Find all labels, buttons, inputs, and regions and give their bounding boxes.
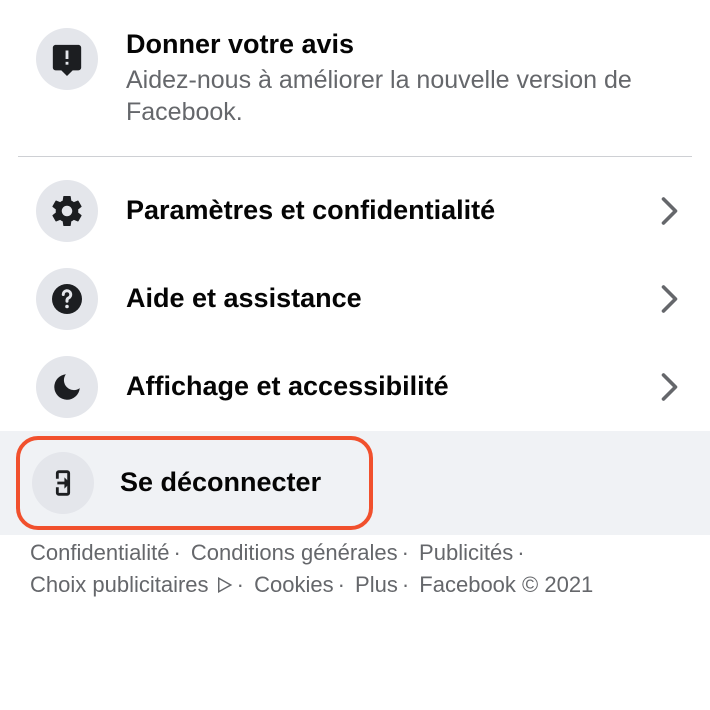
logout-icon [32,452,94,514]
adchoices-icon [215,576,233,594]
logout-row[interactable]: Se déconnecter [0,431,710,535]
feedback-subtitle: Aidez-nous à améliorer la nouvelle versi… [126,64,686,128]
feedback-icon [36,28,98,90]
footer-privacy[interactable]: Confidentialité [30,540,169,565]
footer-terms[interactable]: Conditions générales [191,540,398,565]
help-icon [36,268,98,330]
feedback-item[interactable]: Donner votre avis Aidez-nous à améliorer… [0,0,710,156]
footer-adchoices[interactable]: Choix publicitaires [30,572,233,597]
logout-highlight: Se déconnecter [16,436,373,530]
footer-links: Confidentialité· Conditions générales· P… [0,535,710,601]
footer-more[interactable]: Plus [355,572,398,597]
logout-label: Se déconnecter [120,466,321,500]
display-text: Affichage et accessibilité [126,370,650,404]
settings-label: Paramètres et confidentialité [126,194,650,228]
chevron-right-icon [650,281,686,317]
help-label: Aide et assistance [126,282,650,316]
display-item[interactable]: Affichage et accessibilité [0,343,710,431]
divider [18,156,692,157]
footer-cookies[interactable]: Cookies [254,572,333,597]
help-item[interactable]: Aide et assistance [0,255,710,343]
feedback-title: Donner votre avis [126,28,686,62]
help-text: Aide et assistance [126,282,650,316]
footer-ads[interactable]: Publicités [419,540,513,565]
feedback-text: Donner votre avis Aidez-nous à améliorer… [126,28,686,128]
footer-copyright: Facebook © 2021 [419,572,593,597]
settings-text: Paramètres et confidentialité [126,194,650,228]
moon-icon [36,356,98,418]
settings-item[interactable]: Paramètres et confidentialité [0,167,710,255]
chevron-right-icon [650,369,686,405]
display-label: Affichage et accessibilité [126,370,650,404]
gear-icon [36,180,98,242]
chevron-right-icon [650,193,686,229]
